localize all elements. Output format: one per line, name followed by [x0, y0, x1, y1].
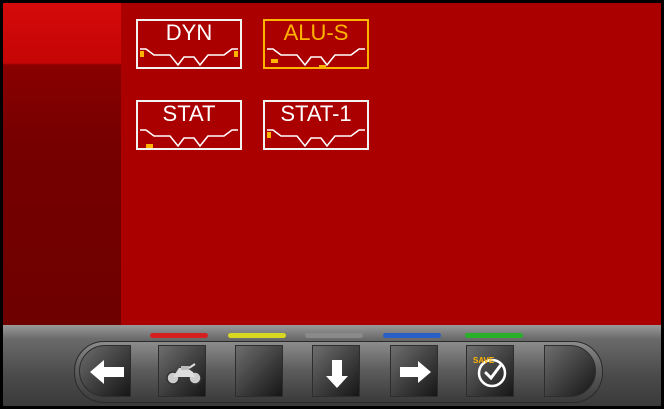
color-indicator-green [465, 333, 523, 338]
program-dyn[interactable]: DYN [136, 19, 242, 69]
rim-profile-icon [140, 48, 238, 67]
rim-profile-icon [267, 48, 365, 69]
save-check-icon: SAVE [473, 356, 507, 388]
color-indicator-yellow [228, 333, 286, 338]
color-indicator-blue [383, 333, 441, 338]
weight-marker [319, 65, 326, 69]
program-label: STAT-1 [280, 101, 352, 126]
weight-marker [271, 59, 278, 63]
back-button[interactable] [79, 345, 131, 397]
sidebar-panel [3, 3, 121, 325]
program-label: ALU-S [283, 20, 349, 45]
program-alu-s[interactable]: ALU-S [263, 19, 369, 69]
rim-profile-icon [140, 129, 238, 148]
blank-key[interactable] [235, 345, 283, 397]
down-arrow-icon [326, 360, 348, 388]
color-indicator-gray [305, 333, 363, 338]
left-arrow-icon [90, 360, 124, 384]
down-button[interactable] [312, 345, 360, 397]
device-frame: DYN ALU-S STAT STAT-1 SAVE [0, 0, 664, 409]
weight-marker [146, 144, 153, 148]
program-selection-area: DYN ALU-S STAT STAT-1 [121, 3, 661, 325]
program-label: DYN [165, 20, 213, 45]
motorcycle-mode-button[interactable] [158, 345, 206, 397]
blank-key[interactable] [544, 345, 596, 397]
weight-marker [234, 51, 238, 57]
screen: DYN ALU-S STAT STAT-1 SAVE [3, 3, 661, 406]
save-button[interactable]: SAVE [466, 345, 514, 397]
save-label: SAVE [473, 356, 495, 365]
rim-profile-icon [267, 129, 365, 148]
color-indicator-red [150, 333, 208, 338]
program-label: STAT [162, 101, 216, 126]
right-arrow-icon [400, 361, 431, 383]
program-stat-1[interactable]: STAT-1 [263, 100, 369, 150]
program-stat[interactable]: STAT [136, 100, 242, 150]
bottom-toolbar: SAVE [3, 325, 661, 406]
weight-marker [267, 132, 271, 138]
forward-button[interactable] [390, 345, 438, 397]
motorcycle-icon [166, 363, 202, 385]
weight-marker [140, 51, 144, 57]
